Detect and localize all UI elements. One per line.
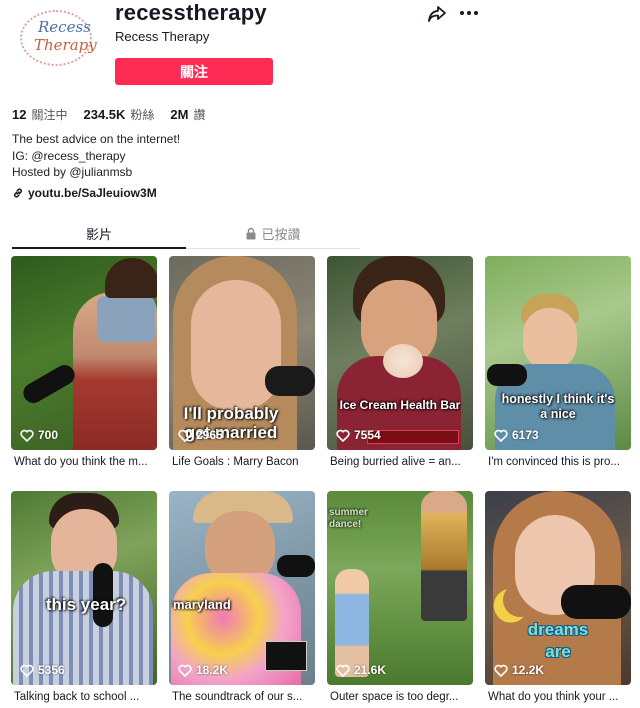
- view-count: 21.6K: [336, 663, 386, 677]
- likes-stat: 2M 讚: [170, 106, 205, 123]
- video-caption[interactable]: What do you think the m...: [14, 456, 157, 468]
- followers-count: 234.5K: [83, 107, 126, 122]
- thumbnail-mic: [561, 585, 631, 619]
- view-count-value: 21.6K: [354, 663, 387, 677]
- thumbnail-mask: [97, 296, 155, 342]
- bio-link-text: youtu.be/SaJleuiow3M: [28, 186, 157, 200]
- lock-icon: [246, 227, 256, 240]
- following-stat[interactable]: 12 關注中: [12, 106, 67, 123]
- video-card[interactable]: 700 What do you think the m...: [11, 256, 157, 468]
- view-count: 5356: [20, 663, 65, 677]
- thumbnail-face: [523, 308, 577, 370]
- thumbnail-hair: [105, 258, 157, 298]
- video-card[interactable]: summer dance! 21.6K Outer space is too d…: [327, 491, 473, 703]
- heart-icon: [178, 429, 192, 442]
- avatar-logo-text: Recess: [38, 18, 91, 36]
- heart-icon: [20, 429, 34, 442]
- video-overlay-text: summer dance!: [329, 507, 368, 530]
- video-thumbnail[interactable]: honestly I think it's a nice 6173: [485, 256, 631, 450]
- tab-liked-label: 已按讚: [261, 227, 301, 242]
- heart-icon: [20, 664, 34, 677]
- heart-icon: [494, 664, 508, 677]
- heart-icon: [178, 664, 192, 677]
- view-count: 12.2K: [494, 663, 544, 677]
- video-card[interactable]: dreams are 12.2K What do you think your …: [485, 491, 631, 703]
- view-count-value: 12.2K: [512, 663, 545, 677]
- view-count-value: 2965: [196, 428, 223, 442]
- bio-line: The best advice on the internet!: [12, 132, 181, 146]
- likes-count: 2M: [170, 107, 189, 122]
- view-count: 18.2K: [178, 663, 228, 677]
- bio-line: Hosted by @julianmsb: [12, 165, 133, 179]
- video-thumbnail[interactable]: I'll probably get married 2965: [169, 256, 315, 450]
- video-overlay-text: this year?: [45, 595, 127, 614]
- view-count: 6173: [494, 428, 539, 442]
- nickname: Recess Therapy: [115, 29, 210, 44]
- view-count: 2965: [178, 428, 223, 442]
- video-card[interactable]: honestly I think it's a nice 6173 I'm co…: [485, 256, 631, 468]
- share-icon[interactable]: [426, 3, 448, 25]
- view-count-value: 700: [38, 428, 59, 442]
- thumbnail-ice-cream: [383, 344, 423, 378]
- video-caption[interactable]: The soundtrack of our s...: [172, 691, 315, 703]
- thumbnail-screen: [265, 641, 307, 671]
- profile-tabs: 影片 已按讚: [12, 218, 360, 249]
- video-caption[interactable]: What do you think your ...: [488, 691, 631, 703]
- video-overlay-text: honestly I think it's a nice: [501, 392, 615, 421]
- tab-liked[interactable]: 已按讚: [186, 218, 360, 249]
- video-caption[interactable]: Being burried alive = an...: [330, 456, 473, 468]
- heart-icon: [494, 429, 508, 442]
- heart-icon: [336, 429, 350, 442]
- link-icon: [14, 188, 22, 198]
- view-count-value: 7554: [354, 428, 381, 442]
- follow-button[interactable]: 關注: [115, 58, 273, 85]
- profile-stats: 12 關注中 234.5K 粉絲 2M 讚: [12, 106, 222, 123]
- video-card[interactable]: Ice Cream Health Bar 7554 Being burried …: [327, 256, 473, 468]
- view-count-value: 6173: [512, 428, 539, 442]
- video-caption[interactable]: Outer space is too degr...: [330, 691, 473, 703]
- thumbnail-mic: [19, 361, 79, 407]
- tab-videos-label: 影片: [85, 227, 112, 242]
- thumbnail-figure: [421, 491, 467, 621]
- avatar-logo-text: Therapy: [34, 36, 97, 54]
- avatar[interactable]: Recess Therapy: [12, 6, 100, 70]
- thumbnail-child: [335, 569, 369, 677]
- video-overlay-text: dreams are: [527, 620, 589, 661]
- video-overlay-text: Ice Cream Health Bar: [339, 398, 461, 412]
- view-count: 7554: [336, 428, 381, 442]
- bio-link[interactable]: youtu.be/SaJleuiow3M: [12, 186, 157, 200]
- view-count-value: 18.2K: [196, 663, 229, 677]
- bio-line: IG: @recess_therapy: [12, 148, 126, 163]
- video-thumbnail[interactable]: maryland 18.2K: [169, 491, 315, 685]
- heart-icon: [336, 664, 350, 677]
- followers-stat[interactable]: 234.5K 粉絲: [83, 106, 154, 123]
- more-options-icon[interactable]: [458, 4, 480, 22]
- video-thumbnail[interactable]: summer dance! 21.6K: [327, 491, 473, 685]
- tab-videos[interactable]: 影片: [12, 218, 186, 249]
- video-thumbnail[interactable]: Ice Cream Health Bar 7554: [327, 256, 473, 450]
- following-label: 關注中: [31, 108, 68, 122]
- video-overlay-text: maryland: [173, 597, 231, 612]
- followers-label: 粉絲: [130, 108, 155, 122]
- thumbnail-mic: [277, 555, 315, 577]
- video-card[interactable]: I'll probably get married 2965 Life Goal…: [169, 256, 315, 468]
- username: recesstherapy: [115, 0, 267, 25]
- following-count: 12: [12, 107, 27, 122]
- video-thumbnail[interactable]: 700: [11, 256, 157, 450]
- likes-label: 讚: [193, 108, 206, 122]
- thumbnail-mic: [265, 366, 315, 396]
- video-caption[interactable]: I'm convinced this is pro...: [488, 456, 631, 468]
- view-count-value: 5356: [38, 663, 65, 677]
- view-count: 700: [20, 428, 58, 442]
- thumbnail-mic: [487, 364, 527, 386]
- video-caption[interactable]: Talking back to school ...: [14, 691, 157, 703]
- video-thumbnail[interactable]: dreams are 12.2K: [485, 491, 631, 685]
- video-card[interactable]: this year? 5356 Talking back to school .…: [11, 491, 157, 703]
- video-thumbnail[interactable]: this year? 5356: [11, 491, 157, 685]
- bio: The best advice on the internet! IG: @re…: [12, 131, 180, 181]
- video-card[interactable]: maryland 18.2K The soundtrack of our s..…: [169, 491, 315, 703]
- tab-active-indicator: [12, 247, 186, 249]
- video-caption[interactable]: Life Goals : Marry Bacon: [172, 456, 315, 468]
